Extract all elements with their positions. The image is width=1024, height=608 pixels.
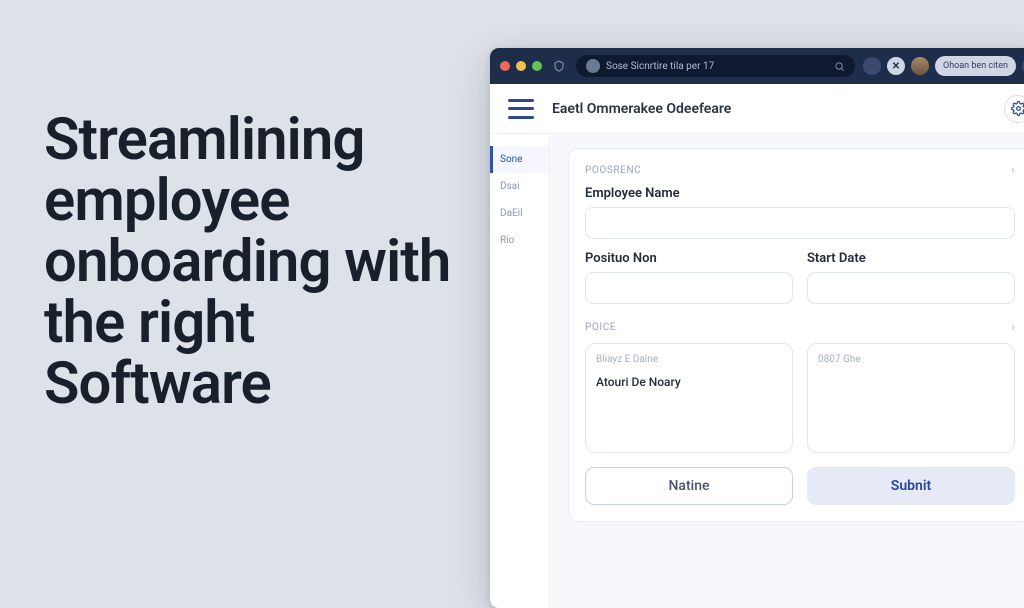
hamburger-menu-icon[interactable] [508,99,534,119]
search-icon [834,61,845,72]
address-text: Sose Sicnrtire tila per 17 [606,61,828,72]
marketing-headline: Streamlining employee onboarding with th… [44,110,464,414]
employee-name-label: Employee Name [585,186,1015,201]
position-label: Posituo Non [585,251,793,266]
notes-left-entry: Atouri De Noary [596,375,681,389]
chevron-right-icon: › [1011,163,1015,178]
section-label-2: POICE [585,322,616,333]
section-header-1[interactable]: POOSRENC › [585,163,1015,178]
browser-action-pill[interactable]: Ohoan ben citen [935,56,1016,76]
app-body: Sone Dsai DaEil Rio POOSRENC › Employee … [490,134,1024,608]
start-date-input[interactable] [807,272,1015,304]
site-avatar-icon [586,59,600,73]
secondary-button[interactable]: Natine [585,467,793,505]
minimize-window-icon[interactable] [516,61,526,71]
sidebar-item-1[interactable]: Dsai [490,173,549,200]
app-title: Eaetl Ommerakee Odeefeare [552,101,731,117]
notes-right-box[interactable]: 0807 Ghe [807,343,1015,453]
shield-icon [550,57,568,75]
position-input[interactable] [585,272,793,304]
gear-icon [1011,101,1024,116]
onboarding-form: POOSRENC › Employee Name Posituo Non Sta… [568,148,1024,522]
main-pane: POOSRENC › Employee Name Posituo Non Sta… [550,134,1024,608]
browser-chrome: Sose Sicnrtire tila per 17 ✕ Ohoan ben c… [490,48,1024,84]
notes-left-box[interactable]: Bliayz E Dalne Atouri De Noary [585,343,793,453]
extension-icon[interactable] [863,57,881,75]
maximize-window-icon[interactable] [532,61,542,71]
close-tab-icon[interactable]: ✕ [887,57,905,75]
sidebar-item-0[interactable]: Sone [490,146,549,173]
browser-actions: ✕ Ohoan ben citen ✕ [863,56,1024,76]
position-field: Posituo Non [585,251,793,304]
employee-name-input[interactable] [585,207,1015,239]
start-date-label: Start Date [807,251,1015,266]
chevron-right-icon: › [1011,320,1015,335]
settings-button[interactable] [1004,95,1024,123]
address-bar[interactable]: Sose Sicnrtire tila per 17 [576,55,855,77]
sidebar-item-3[interactable]: Rio [490,227,549,254]
employee-name-field: Employee Name [585,186,1015,239]
section-header-2[interactable]: POICE › [585,320,1015,335]
notes-row: Bliayz E Dalne Atouri De Noary 0807 Ghe [585,343,1015,453]
submit-button[interactable]: Subnit [807,467,1015,505]
browser-action-label: Ohoan ben citen [943,61,1008,71]
traffic-lights [500,61,542,71]
sidebar-item-2[interactable]: DaEil [490,200,549,227]
notes-right-hint: 0807 Ghe [818,354,1004,365]
close-window-icon[interactable] [500,61,510,71]
start-date-field: Start Date [807,251,1015,304]
notes-left-hint: Bliayz E Dalne [596,354,782,365]
app-header: Eaetl Ommerakee Odeefeare [490,84,1024,134]
sidebar: Sone Dsai DaEil Rio [490,134,550,608]
app-window: Sose Sicnrtire tila per 17 ✕ Ohoan ben c… [490,48,1024,608]
profile-avatar[interactable] [911,57,929,75]
form-buttons: Natine Subnit [585,467,1015,505]
section-label-1: POOSRENC [585,165,641,176]
